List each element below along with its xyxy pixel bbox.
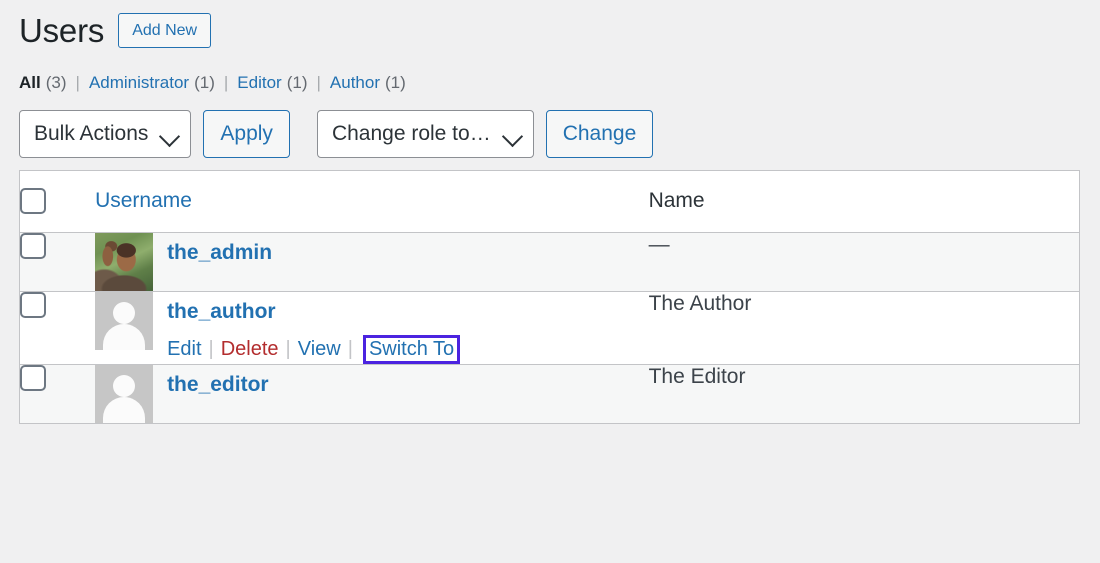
- username-cell: the_admin: [95, 232, 649, 291]
- name-cell: —: [649, 232, 1080, 291]
- filter-item-all[interactable]: All (3): [19, 70, 67, 96]
- row-select-cell: [20, 364, 96, 423]
- name-column-label: Name: [648, 189, 705, 212]
- username-link-the-editor[interactable]: the_editor: [167, 365, 269, 397]
- filter-link-editor[interactable]: Editor: [237, 70, 281, 96]
- table-header-row: Username Name: [19, 170, 1080, 233]
- edit-user-link[interactable]: Edit: [167, 337, 201, 361]
- apply-button[interactable]: Apply: [203, 109, 290, 158]
- row-select-cell: [20, 232, 96, 291]
- change-role-select-value: Change role to…: [331, 121, 491, 145]
- users-table-body: the_admin — the_author Edit | Delete | V…: [19, 232, 1080, 424]
- filter-separator-3: |: [316, 73, 321, 92]
- name-value: The Editor: [648, 364, 746, 388]
- row-checkbox-the-editor[interactable]: [20, 364, 46, 391]
- change-role-button[interactable]: Change: [545, 109, 654, 158]
- username-cell: the_editor: [95, 364, 649, 423]
- name-cell: The Editor: [649, 364, 1080, 423]
- users-table-head: Username Name: [19, 170, 1080, 233]
- name-column-header: Name: [648, 170, 1080, 233]
- role-filter-list: All (3) | Administrator (1) | Editor (1)…: [19, 70, 1080, 96]
- filter-link-all[interactable]: All: [19, 70, 41, 96]
- row-action-separator: |: [285, 338, 291, 361]
- avatar: [95, 291, 154, 350]
- table-row: the_author Edit | Delete | View | Switch…: [19, 291, 1080, 365]
- delete-user-link[interactable]: Delete: [221, 337, 279, 361]
- select-all-checkbox[interactable]: [20, 188, 46, 214]
- name-cell: The Author: [649, 291, 1080, 364]
- row-action-separator: |: [208, 338, 214, 361]
- filter-item-author[interactable]: Author (1): [330, 70, 406, 96]
- filter-separator-1: |: [75, 73, 80, 92]
- row-checkbox-the-admin[interactable]: [20, 232, 46, 259]
- filter-count-editor: (1): [286, 73, 308, 92]
- switch-to-highlight-box: Switch To: [362, 334, 461, 364]
- row-action-separator: |: [347, 338, 353, 361]
- add-new-user-button[interactable]: Add New: [118, 12, 212, 49]
- user-identity: the_author Edit | Delete | View | Switch…: [95, 291, 649, 364]
- username-column-header: Username: [95, 170, 649, 233]
- change-role-select[interactable]: Change role to…: [316, 109, 534, 158]
- users-page: Users Add New All (3) | Administrator (1…: [0, 0, 1100, 563]
- username-link-the-author[interactable]: the_author: [167, 292, 276, 324]
- change-role-group: Change role to… Change: [316, 109, 654, 158]
- username-block: the_editor: [167, 365, 269, 397]
- bulk-actions-select-value: Bulk Actions: [34, 121, 149, 145]
- filter-count-administrator: (1): [194, 73, 215, 92]
- row-checkbox-the-author[interactable]: [20, 291, 46, 318]
- username-cell: the_author Edit | Delete | View | Switch…: [95, 291, 649, 364]
- table-navigation-top: Bulk Actions Apply Change role to… Chang…: [19, 109, 1080, 158]
- name-value: The Author: [648, 291, 752, 315]
- filter-count-author: (1): [385, 73, 406, 92]
- bulk-actions-group: Bulk Actions Apply: [19, 109, 290, 158]
- row-actions: Edit | Delete | View | Switch To: [167, 334, 461, 364]
- username-block: the_author Edit | Delete | View | Switch…: [167, 292, 461, 364]
- username-block: the_admin: [167, 233, 272, 265]
- users-table: Username Name the_admin — the_author Edi…: [19, 169, 1080, 424]
- row-select-cell: [20, 291, 96, 364]
- avatar: [95, 364, 154, 423]
- table-row: the_editor The Editor: [19, 364, 1080, 424]
- bulk-actions-select[interactable]: Bulk Actions: [19, 109, 192, 158]
- filter-separator-2: |: [223, 73, 229, 92]
- select-all-header: [19, 170, 96, 233]
- filter-item-editor[interactable]: Editor (1): [237, 70, 307, 96]
- name-value: —: [648, 232, 670, 256]
- chevron-down-icon: [501, 125, 523, 147]
- page-title: Users: [19, 11, 105, 49]
- avatar: [95, 232, 154, 291]
- page-header: Users Add New: [19, 0, 1080, 50]
- filter-item-administrator[interactable]: Administrator (1): [89, 70, 215, 96]
- filter-count-all: (3): [45, 73, 67, 92]
- user-identity: the_editor: [95, 364, 649, 423]
- view-user-link[interactable]: View: [298, 337, 341, 361]
- username-link-the-admin[interactable]: the_admin: [167, 233, 272, 265]
- chevron-down-icon: [159, 125, 181, 147]
- sort-by-username-link[interactable]: Username: [95, 189, 192, 212]
- filter-link-administrator[interactable]: Administrator: [89, 70, 189, 96]
- filter-link-author[interactable]: Author: [330, 70, 380, 96]
- table-row: the_admin —: [19, 232, 1080, 291]
- user-identity: the_admin: [95, 232, 649, 291]
- switch-to-link[interactable]: Switch To: [369, 338, 454, 360]
